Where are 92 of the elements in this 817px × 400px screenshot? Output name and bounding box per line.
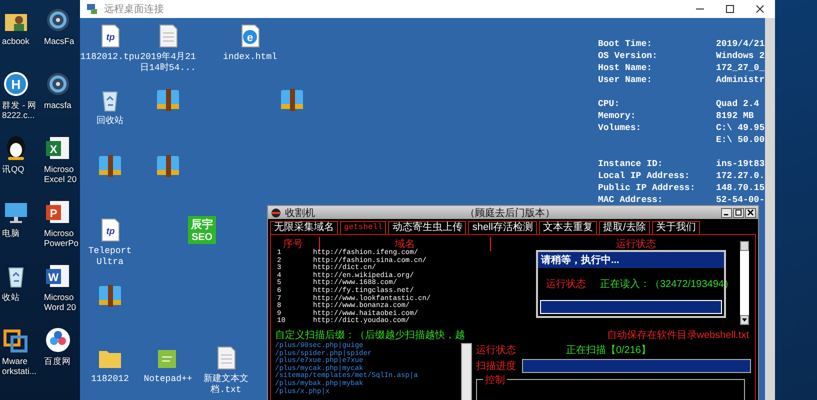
status-label: 运行状态 — [476, 344, 516, 357]
fan-icon[interactable] — [44, 70, 72, 98]
info-label: MAC Address: — [598, 194, 664, 206]
status-label: 运行状态 — [546, 278, 586, 291]
icon-label: Teleport — [88, 246, 132, 257]
scan-status: 正在扫描【0/216】 — [566, 344, 651, 357]
icon-label: index.html — [222, 52, 277, 63]
icon-label: 档.txt — [210, 385, 242, 396]
archive-icon[interactable] — [154, 86, 182, 114]
scrollbar[interactable] — [740, 241, 749, 325]
icon-label: 1182012 — [91, 374, 129, 385]
icon-label: 2019年4月21 — [140, 52, 196, 62]
icon-label: acbook — [2, 36, 30, 46]
icon-label: 收站 — [2, 292, 20, 302]
caret-icon — [742, 318, 747, 322]
archive-icon[interactable] — [96, 282, 124, 310]
icon-label: Microso — [44, 164, 74, 174]
info-label: Memory: — [598, 110, 637, 122]
info-value: Administr — [716, 74, 765, 86]
archive-icon[interactable] — [154, 152, 182, 180]
archive-icon[interactable] — [278, 86, 306, 114]
info-value: C:\ 49.95 — [716, 122, 765, 134]
icon-label: orkstati... — [2, 366, 36, 376]
icon-label: 电脑 — [2, 228, 20, 238]
tab[interactable]: 文本去重复 — [538, 221, 597, 234]
tab[interactable]: shell存活检测 — [468, 221, 537, 234]
info-value: 8192 MB — [716, 110, 754, 122]
info-label: User Name: — [598, 74, 654, 86]
scroll-button[interactable] — [740, 315, 749, 325]
icon-label: Word 20 — [44, 302, 76, 312]
info-label: OS Version: — [598, 50, 658, 62]
progress-label: 扫描进度 — [476, 360, 516, 373]
info-value: 172.27.0. — [716, 170, 765, 182]
scrollbar[interactable] — [461, 342, 472, 400]
window-title: 远程桌面连接 — [104, 2, 164, 16]
maximize-icon — [725, 4, 735, 14]
info-value: Windows 2 — [716, 50, 765, 62]
icon-label: MacsFa — [44, 36, 74, 46]
icon-label: 新建文本文 — [204, 374, 248, 384]
info-value: E:\ 50.00 — [716, 134, 765, 146]
read-status: 正在读入：（32472/193494） — [600, 278, 734, 291]
monitor-icon — [86, 3, 98, 15]
save-note: 自动保存在软件目录webshell.txt — [606, 328, 749, 342]
icon-label: 百度网 — [44, 356, 71, 366]
info-value: 172_27_0_ — [716, 62, 765, 74]
tab[interactable]: 无限采集域名 — [270, 221, 338, 234]
info-value: 2019/4/21 — [716, 38, 765, 50]
icon-label: Excel 20 — [44, 174, 77, 184]
info-label: Boot Time: — [598, 38, 654, 50]
maximize-button[interactable] — [733, 208, 744, 218]
icon-label: Ultra — [96, 257, 124, 268]
info-label: Public IP Address: — [598, 182, 696, 194]
dialog-title: 请稍等，执行中... — [538, 252, 724, 268]
info-value: 148.70.15 — [716, 182, 765, 194]
info-label: Local IP Address: — [598, 170, 691, 182]
tab[interactable]: 动态寄生虫上传 — [388, 221, 466, 234]
maximize-icon — [735, 209, 742, 216]
icon-label: Microso — [44, 292, 74, 302]
group-title: 控制 — [483, 372, 507, 387]
suffix-label: 自定义扫描后缀：（后缀越少扫描越快，越 — [275, 328, 465, 342]
info-value: 52-54-00- — [716, 194, 765, 206]
tab[interactable]: 提取/去除 — [598, 221, 650, 234]
icon-label: 讯QQ — [2, 164, 24, 174]
info-label: Volumes: — [598, 122, 642, 134]
minimize-button[interactable] — [721, 208, 732, 218]
tab[interactable]: getshell — [340, 221, 386, 234]
info-label: Host Name: — [598, 62, 654, 74]
icon-label: Microso — [44, 228, 74, 238]
app-title: 收割机 — [285, 206, 315, 220]
app-subtitle: （顾庭去后门版本） — [465, 206, 555, 220]
icon-label: 群发 - 网 — [2, 100, 37, 110]
h-circle-icon[interactable]: H — [2, 70, 30, 98]
info-label: CPU: — [598, 98, 621, 110]
info-label: Instance ID: — [598, 158, 664, 170]
tab[interactable]: 关于我们 — [652, 221, 700, 234]
cloud-icon[interactable] — [44, 326, 72, 354]
icon-label: PowerPo — [44, 238, 78, 248]
icon-label: 1182012.tpu — [80, 52, 140, 63]
archive-icon[interactable] — [96, 152, 124, 180]
close-icon — [755, 4, 765, 14]
close-button[interactable] — [745, 208, 756, 218]
icon-label: Notepad++ — [144, 374, 192, 385]
icon-label: Mware — [2, 356, 28, 366]
close-icon — [747, 209, 754, 216]
icon-label: macsfa — [44, 100, 72, 110]
fan-icon[interactable] — [44, 6, 72, 34]
icon-label: 8222.c... — [2, 110, 35, 120]
info-value: Quad 2.4 — [716, 98, 760, 110]
icon-label: 日14时54... — [140, 63, 196, 74]
info-value: ins-19t83 — [716, 158, 765, 170]
column-header: 运行状态 — [616, 238, 656, 250]
icon-label: 回收站 — [96, 116, 124, 127]
